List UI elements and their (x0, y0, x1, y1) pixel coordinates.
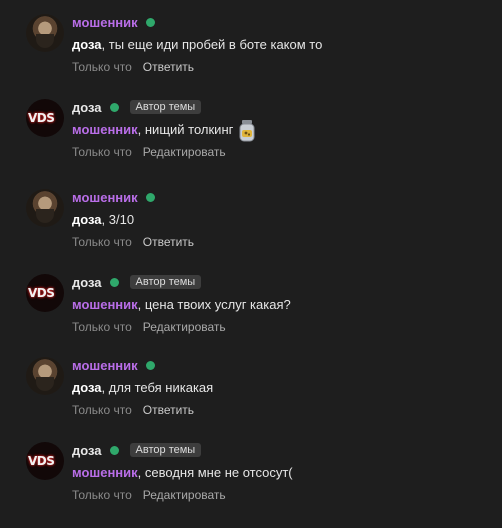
jar-emoji-icon (237, 119, 257, 143)
avatar[interactable] (26, 357, 64, 395)
reply-button[interactable]: Ответить (143, 60, 194, 74)
mention-link[interactable]: доза (72, 212, 102, 227)
avatar-detail (36, 34, 54, 48)
comment-body: доза , для тебя никакая (72, 377, 213, 397)
topic-author-badge: Автор темы (129, 443, 202, 457)
topic-author-badge: Автор темы (129, 275, 202, 289)
comment-item: VDS доза Автор темы мошенник , цена твои… (0, 260, 502, 340)
comment-item: мошенник доза , 3/10 Только что Ответить (0, 175, 502, 255)
reply-button[interactable]: Ответить (143, 403, 194, 417)
comment-meta: Только что Редактировать (72, 319, 226, 335)
comment-meta: Только что Ответить (72, 234, 194, 250)
comment-body: мошенник , цена твоих услуг какая? (72, 294, 291, 314)
edit-button[interactable]: Редактировать (143, 145, 226, 159)
comment-item: мошенник доза , для тебя никакая Только … (0, 343, 502, 423)
avatar-detail (36, 209, 54, 223)
comment-body: мошенник , севодня мне не отсосут( (72, 462, 293, 482)
timestamp: Только что (72, 235, 132, 249)
comment-meta: Только что Редактировать (72, 487, 226, 503)
comment-header: мошенник (72, 13, 155, 31)
topic-author-badge: Автор темы (129, 100, 202, 114)
mention-link[interactable]: мошенник (72, 122, 138, 137)
comment-text: , севодня мне не отсосут( (137, 464, 293, 480)
online-status-icon (109, 277, 119, 287)
mention-link[interactable]: доза (72, 37, 102, 52)
author-name[interactable]: доза (72, 443, 102, 458)
avatar[interactable]: VDS (26, 274, 64, 312)
comment-text: , нищий толкинг (137, 121, 234, 137)
comment-header: доза Автор темы (72, 441, 202, 459)
avatar[interactable]: VDS (26, 442, 64, 480)
timestamp: Только что (72, 320, 132, 334)
comment-body: мошенник , нищий толкинг (72, 119, 257, 142)
avatar-logo-text: VDS (28, 286, 55, 300)
avatar-detail (36, 377, 54, 391)
online-status-icon (145, 17, 155, 27)
timestamp: Только что (72, 60, 132, 74)
timestamp: Только что (72, 403, 132, 417)
comment-item: VDS доза Автор темы мошенник , севодня м… (0, 428, 502, 508)
author-name[interactable]: доза (72, 275, 102, 290)
comment-text: , для тебя никакая (101, 379, 214, 395)
comment-header: мошенник (72, 356, 155, 374)
comment-meta: Только что Редактировать (72, 144, 226, 160)
avatar[interactable] (26, 189, 64, 227)
comment-meta: Только что Ответить (72, 59, 194, 75)
comment-thread: мошенник доза , ты еще иди пробей в боте… (0, 0, 502, 528)
comment-item: мошенник доза , ты еще иди пробей в боте… (0, 0, 502, 80)
online-status-icon (109, 445, 119, 455)
online-status-icon (109, 102, 119, 112)
author-name[interactable]: мошенник (72, 190, 138, 205)
avatar-logo-text: VDS (28, 111, 55, 125)
avatar-logo-text: VDS (28, 454, 55, 468)
author-name[interactable]: мошенник (72, 358, 138, 373)
author-name[interactable]: мошенник (72, 15, 138, 30)
comment-meta: Только что Ответить (72, 402, 194, 418)
comment-body: доза , ты еще иди пробей в боте каком то (72, 34, 322, 54)
mention-link[interactable]: мошенник (72, 465, 138, 480)
avatar[interactable]: VDS (26, 99, 64, 137)
timestamp: Только что (72, 488, 132, 502)
online-status-icon (145, 192, 155, 202)
avatar[interactable] (26, 14, 64, 52)
comment-text: , 3/10 (101, 211, 135, 227)
author-name[interactable]: доза (72, 100, 102, 115)
timestamp: Только что (72, 145, 132, 159)
mention-link[interactable]: доза (72, 380, 102, 395)
comment-header: мошенник (72, 188, 155, 206)
comment-body: доза , 3/10 (72, 209, 134, 229)
comment-header: доза Автор темы (72, 273, 202, 291)
comment-text: , ты еще иди пробей в боте каком то (101, 36, 323, 52)
reply-button[interactable]: Ответить (143, 235, 194, 249)
online-status-icon (145, 360, 155, 370)
edit-button[interactable]: Редактировать (143, 488, 226, 502)
mention-link[interactable]: мошенник (72, 297, 138, 312)
edit-button[interactable]: Редактировать (143, 320, 226, 334)
comment-text: , цена твоих услуг какая? (137, 296, 291, 312)
comment-header: доза Автор темы (72, 98, 202, 116)
comment-item: VDS доза Автор темы мошенник , нищий тол… (0, 85, 502, 165)
